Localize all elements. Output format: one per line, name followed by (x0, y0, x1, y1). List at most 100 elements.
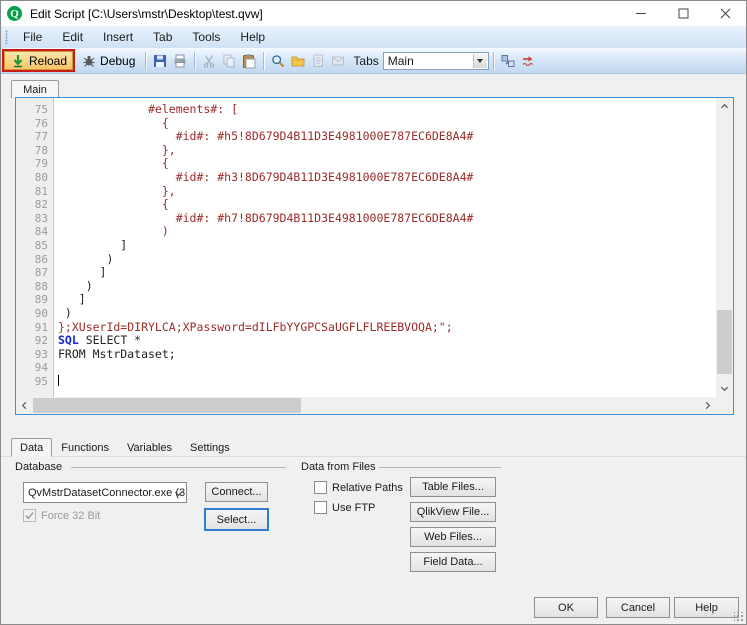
print-button[interactable] (172, 53, 188, 69)
scroll-down-button[interactable] (716, 380, 733, 397)
menu-file[interactable]: File (13, 27, 52, 47)
chevron-left-icon (20, 401, 29, 410)
code-line: { (58, 117, 715, 131)
database-connector-combobox[interactable]: QvMstrDatasetConnector.exe (3 (23, 482, 187, 503)
copy-button[interactable] (221, 53, 237, 69)
code-line: #id#: #h3!8D679D4B11D3E4981000E787EC6DE8… (58, 171, 715, 185)
line-number: 78 (16, 144, 48, 158)
scroll-right-button[interactable] (699, 397, 716, 414)
code-line: FROM MstrDataset; (58, 348, 715, 362)
toolbar-separator (263, 52, 264, 70)
debug-label: Debug (100, 54, 135, 68)
line-number: 83 (16, 212, 48, 226)
merge-tabs-button[interactable] (500, 53, 516, 69)
paste-button[interactable] (241, 53, 257, 69)
panel-tab-settings[interactable]: Settings (181, 438, 239, 457)
copy-icon (221, 53, 237, 69)
code-line: }, (58, 185, 715, 199)
code-line: { (58, 157, 715, 171)
database-group-label: Database (15, 461, 62, 473)
menu-tools[interactable]: Tools (182, 27, 230, 47)
reload-icon (10, 53, 26, 69)
connect-button[interactable]: Connect... (205, 482, 268, 502)
toolbar: Reload Debug (1, 48, 746, 74)
line-number: 88 (16, 280, 48, 294)
document-icon (310, 53, 326, 69)
code-line: #elements#: [ (58, 103, 715, 117)
toolbar-separator (145, 52, 146, 70)
select-button[interactable]: Select... (204, 508, 269, 531)
database-connector-value: QvMstrDatasetConnector.exe (3 (28, 487, 185, 499)
menu-edit[interactable]: Edit (52, 27, 93, 47)
line-number: 76 (16, 117, 48, 131)
line-number: 87 (16, 266, 48, 280)
reload-button[interactable]: Reload (4, 51, 73, 70)
minimize-button[interactable] (620, 1, 662, 26)
code-line (58, 375, 715, 389)
data-from-files-group-line (379, 467, 501, 468)
vertical-scroll-thumb[interactable] (717, 310, 732, 374)
web-files-button[interactable]: Web Files... (410, 527, 496, 547)
debug-button[interactable]: Debug (75, 51, 141, 70)
reload-label: Reload (29, 54, 67, 68)
table-files-button[interactable]: Table Files... (410, 477, 496, 497)
search-icon (270, 53, 286, 69)
code-line: ) (58, 225, 715, 239)
cancel-button[interactable]: Cancel (606, 597, 670, 618)
chevron-down-icon (174, 489, 183, 498)
script-tab-main[interactable]: Main (11, 80, 59, 98)
resize-grip[interactable] (734, 612, 744, 622)
line-number: 75 (16, 103, 48, 117)
code-line: ] (58, 239, 715, 253)
relative-paths-label: Relative Paths (332, 482, 403, 494)
minimize-icon (636, 8, 647, 19)
menu-grip-handle[interactable] (5, 30, 8, 44)
scroll-left-button[interactable] (16, 397, 33, 414)
menu-insert[interactable]: Insert (93, 27, 143, 47)
view-document-button[interactable] (310, 53, 326, 69)
panel-tabs: Data Functions Variables Settings (11, 438, 239, 457)
envelope-icon (330, 53, 346, 69)
vertical-scrollbar[interactable] (716, 98, 733, 397)
find-button[interactable] (270, 53, 286, 69)
relative-paths-checkbox-row: Relative Paths (314, 481, 403, 494)
cut-button[interactable] (201, 53, 217, 69)
ok-button[interactable]: OK (534, 597, 598, 618)
panel-tab-functions[interactable]: Functions (52, 438, 118, 457)
use-ftp-checkbox-row: Use FTP (314, 501, 375, 514)
close-icon (720, 8, 731, 19)
window-title: Edit Script [C:\Users\mstr\Desktop\test.… (30, 7, 263, 21)
code-line: #id#: #h7!8D679D4B11D3E4981000E787EC6DE8… (58, 212, 715, 226)
panel-tab-data[interactable]: Data (11, 438, 52, 457)
line-number: 91 (16, 321, 48, 335)
maximize-button[interactable] (662, 1, 704, 26)
menu-help[interactable]: Help (230, 27, 275, 47)
line-number: 94 (16, 361, 48, 375)
use-ftp-label: Use FTP (332, 502, 375, 514)
open-script-file-button[interactable] (290, 53, 306, 69)
horizontal-scroll-thumb[interactable] (33, 398, 301, 413)
goto-next-error-button[interactable] (520, 53, 536, 69)
code-line: ) (58, 307, 715, 321)
cut-icon (201, 53, 217, 69)
scroll-up-button[interactable] (716, 98, 733, 115)
panel-tab-variables[interactable]: Variables (118, 438, 181, 457)
reload-annotation-box: Reload (2, 49, 75, 72)
close-button[interactable] (704, 1, 746, 26)
combobox-dropdown-button[interactable] (473, 54, 487, 68)
help-button[interactable]: Help (674, 597, 739, 618)
qlikview-file-button[interactable]: QlikView File... (410, 502, 496, 522)
relative-paths-checkbox[interactable] (314, 481, 327, 494)
save-button[interactable] (152, 53, 168, 69)
line-number: 84 (16, 225, 48, 239)
code-lines[interactable]: #elements#: [ { #id#: #h5!8D679D4B11D3E4… (58, 103, 715, 396)
field-data-button[interactable]: Field Data... (410, 552, 496, 572)
tab-selector-combobox[interactable]: Main (383, 52, 489, 70)
horizontal-scrollbar[interactable] (16, 397, 716, 414)
code-line: ) (58, 253, 715, 267)
send-mail-button[interactable] (330, 53, 346, 69)
force-32-bit-checkbox[interactable] (23, 509, 36, 522)
script-editor[interactable]: 7576777879808182838485868788899091929394… (15, 97, 734, 415)
menu-tab[interactable]: Tab (143, 27, 182, 47)
use-ftp-checkbox[interactable] (314, 501, 327, 514)
